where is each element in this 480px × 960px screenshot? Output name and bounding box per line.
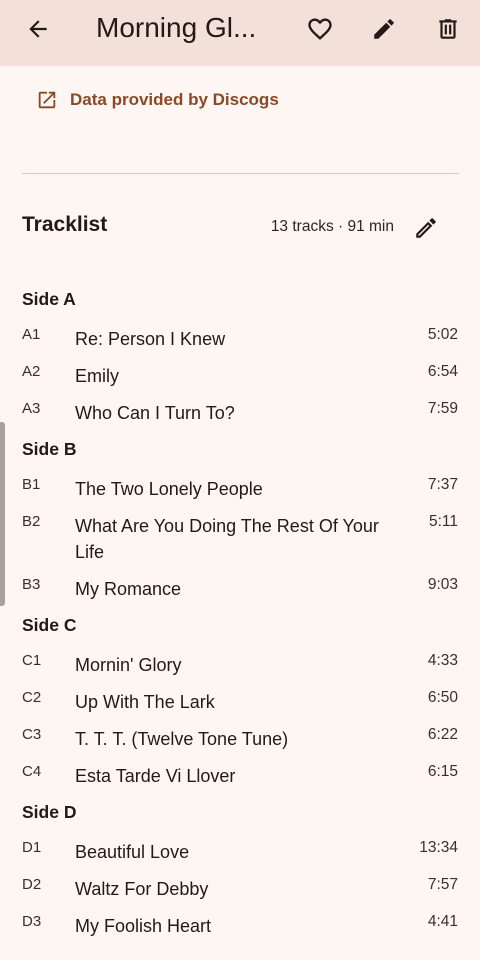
pencil-icon bbox=[374, 19, 394, 39]
track-title: Waltz For Debby bbox=[75, 879, 209, 899]
track-title: Beautiful Love bbox=[75, 842, 190, 862]
favorite-button[interactable] bbox=[300, 9, 340, 49]
track-title: The Two Lonely People bbox=[75, 479, 263, 499]
track-title: Up With The Lark bbox=[75, 692, 215, 712]
divider bbox=[22, 173, 459, 174]
track-position: D1 bbox=[22, 839, 42, 856]
track-row[interactable]: C4 Esta Tarde Vi Llover 6:15 bbox=[0, 756, 480, 793]
delete-button[interactable] bbox=[428, 9, 468, 49]
track-title: Re: Person I Knew bbox=[75, 329, 226, 349]
track-title: Mornin' Glory bbox=[75, 655, 182, 675]
track-position: C1 bbox=[22, 652, 42, 669]
track-duration: 6:15 bbox=[427, 763, 458, 780]
side-heading: Side B bbox=[22, 439, 77, 459]
track-row[interactable]: D1 Beautiful Love 13:34 bbox=[0, 832, 480, 869]
track-row[interactable]: B1 The Two Lonely People 7:37 bbox=[0, 469, 480, 506]
track-position: C2 bbox=[22, 689, 42, 706]
top-app-bar: Morning Gl... bbox=[0, 0, 480, 66]
page-title: Morning Gl... bbox=[96, 12, 257, 43]
back-arrow-icon bbox=[29, 20, 47, 38]
pencil-outline-icon bbox=[416, 218, 436, 238]
open-in-new-icon bbox=[38, 91, 56, 109]
track-position: C3 bbox=[22, 726, 42, 743]
track-position: A3 bbox=[22, 400, 41, 417]
track-position: B2 bbox=[22, 513, 41, 530]
track-duration: 13:34 bbox=[419, 839, 458, 856]
track-row[interactable]: B2 What Are You Doing The Rest Of Your L… bbox=[0, 506, 480, 569]
track-title: Who Can I Turn To? bbox=[75, 403, 235, 423]
track-row[interactable]: A1 Re: Person I Knew 5:02 bbox=[0, 319, 480, 356]
track-row[interactable]: A3 Who Can I Turn To? 7:59 bbox=[0, 393, 480, 430]
track-title: My Foolish Heart bbox=[75, 916, 212, 936]
side-heading: Side A bbox=[22, 289, 76, 309]
side-heading: Side D bbox=[22, 802, 77, 822]
discogs-link[interactable]: Data provided by Discogs bbox=[36, 86, 279, 114]
edit-button[interactable] bbox=[364, 9, 404, 49]
track-row[interactable]: C3 T. T. T. (Twelve Tone Tune) 6:22 bbox=[0, 719, 480, 756]
track-title: T. T. T. (Twelve Tone Tune) bbox=[75, 729, 289, 749]
track-position: A2 bbox=[22, 363, 41, 380]
track-title: What Are You Doing The Rest Of Your Life bbox=[75, 516, 379, 562]
track-position: C4 bbox=[22, 763, 42, 780]
tracklist-heading: Tracklist bbox=[22, 213, 108, 236]
track-duration: 6:54 bbox=[427, 363, 458, 380]
track-duration: 7:59 bbox=[427, 400, 458, 417]
track-row[interactable]: D2 Waltz For Debby 7:57 bbox=[0, 869, 480, 906]
discogs-link-label: Data provided by Discogs bbox=[70, 90, 279, 109]
track-duration: 7:57 bbox=[427, 876, 458, 893]
tracklist: Side A A1 Re: Person I Knew 5:02 A2 Emil… bbox=[0, 280, 480, 943]
track-duration: 6:22 bbox=[427, 726, 458, 743]
track-row[interactable]: A2 Emily 6:54 bbox=[0, 356, 480, 393]
track-row[interactable]: D3 My Foolish Heart 4:41 bbox=[0, 906, 480, 943]
track-position: B1 bbox=[22, 476, 41, 493]
track-title: Esta Tarde Vi Llover bbox=[75, 766, 236, 786]
track-duration: 9:03 bbox=[427, 576, 458, 593]
track-row[interactable]: C2 Up With The Lark 6:50 bbox=[0, 682, 480, 719]
track-position: D3 bbox=[22, 913, 42, 930]
track-duration: 4:33 bbox=[427, 652, 458, 669]
track-title: My Romance bbox=[75, 579, 182, 599]
trash-icon bbox=[439, 19, 457, 39]
track-duration: 7:37 bbox=[427, 476, 458, 493]
track-row[interactable]: C1 Mornin' Glory 4:33 bbox=[0, 645, 480, 682]
edit-tracklist-button[interactable] bbox=[406, 208, 446, 248]
track-duration: 5:02 bbox=[427, 326, 458, 343]
track-row[interactable]: B3 My Romance 9:03 bbox=[0, 569, 480, 606]
track-duration: 6:50 bbox=[427, 689, 458, 706]
track-title: Emily bbox=[75, 366, 119, 386]
track-position: D2 bbox=[22, 876, 42, 893]
track-position: A1 bbox=[22, 326, 41, 343]
heart-outline-icon bbox=[308, 18, 332, 40]
back-button[interactable] bbox=[18, 9, 58, 49]
side-heading: Side C bbox=[22, 615, 77, 635]
track-duration: 5:11 bbox=[428, 513, 458, 530]
track-duration: 4:41 bbox=[427, 913, 458, 930]
track-position: B3 bbox=[22, 576, 41, 593]
tracklist-summary: 13 tracks · 91 min bbox=[270, 218, 394, 235]
